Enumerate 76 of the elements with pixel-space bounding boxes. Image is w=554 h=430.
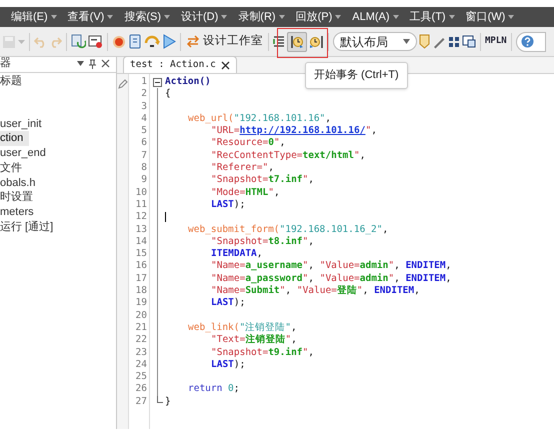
code-line: return 0; <box>188 383 240 394</box>
editor-tab[interactable]: test : Action.c <box>123 56 237 73</box>
tree-item[interactable]: 文件 <box>0 160 28 176</box>
code-line: "Snapshot=t7.inf", <box>211 174 314 186</box>
menu-item[interactable]: 编辑(E) <box>8 8 60 26</box>
line-number: 6 <box>141 137 147 150</box>
menu-item[interactable]: 窗口(W) <box>462 8 518 26</box>
code-line: web_link("注销登陆", <box>188 322 297 333</box>
line-number: 16 <box>136 260 147 273</box>
line-number: 8 <box>141 162 147 174</box>
menu-item[interactable]: 查看(V) <box>64 8 116 26</box>
line-number: 5 <box>141 125 147 138</box>
line-number: 19 <box>136 297 147 310</box>
line-number: 11 <box>136 198 147 212</box>
line-number: 23 <box>136 346 147 359</box>
tree-item[interactable]: ction <box>0 131 30 146</box>
line-number: 13 <box>136 224 147 236</box>
code-line: { <box>165 88 171 100</box>
code-line: LAST); <box>211 358 246 370</box>
code-line: web_submit_form("192.168.101.16_2", <box>188 224 388 235</box>
tree-item[interactable]: obals.h <box>0 176 42 190</box>
tree-item[interactable]: user_end <box>0 146 52 161</box>
tooltip: 开始事务 (Ctrl+T) <box>305 62 408 88</box>
line-number: 4 <box>141 112 147 126</box>
code-line: "Referer=", <box>211 162 274 174</box>
menu-item[interactable]: 工具(T) <box>406 8 458 26</box>
mpln-button[interactable]: MPLN <box>485 34 507 48</box>
line-number: 18 <box>136 285 147 298</box>
code-line: web_url("192.168.101.16", <box>188 112 332 124</box>
code-line: } <box>165 396 171 407</box>
design-studio-button[interactable]: 设计工作室 <box>185 32 264 50</box>
menu-item[interactable]: ALM(A) <box>349 8 402 26</box>
design-studio-label: 设计工作室 <box>203 33 263 49</box>
line-number: 1 <box>141 76 147 88</box>
line-number: 12 <box>136 211 147 224</box>
code-line: Action() <box>165 76 211 87</box>
code-line: "Name=Submit", "Value=登陆", ENDITEM, <box>211 285 420 296</box>
code-line: "Name=a_username", "Value=admin", ENDITEM, <box>211 260 452 272</box>
line-number: 21 <box>136 322 147 334</box>
code-line: "Text=注销登陆", <box>211 334 297 346</box>
code-line: "Snapshot=t8.inf", <box>211 236 314 247</box>
code-line: "Resource=0", <box>211 137 286 148</box>
menu-item[interactable]: 回放(P) <box>292 8 344 26</box>
tree-item[interactable]: 标题 <box>0 74 28 89</box>
panel-title: 器 <box>0 58 11 69</box>
line-number: 25 <box>136 371 147 384</box>
tree-item[interactable]: user_init <box>0 116 48 132</box>
line-number: 14 <box>136 236 147 248</box>
line-number: 2 <box>141 88 147 101</box>
line-number: 10 <box>136 186 147 199</box>
menu-item[interactable]: 搜索(S) <box>121 8 174 26</box>
line-number: 24 <box>136 358 147 372</box>
tree-item[interactable]: 运行 [通过] <box>0 220 60 234</box>
code-line: "RecContentType=text/html", <box>211 150 366 161</box>
code-line: "URL=http://192.168.101.16/", <box>211 125 377 136</box>
layout-value: 默认布局 <box>340 34 388 50</box>
line-number: 17 <box>136 272 147 286</box>
line-number: 3 <box>141 100 147 113</box>
code-line: LAST); <box>211 198 246 210</box>
line-number: 20 <box>136 310 147 322</box>
layout-dropdown[interactable]: 默认布局 <box>333 32 417 51</box>
code-line: ITEMDATA, <box>211 248 262 260</box>
code-line: "Snapshot=t9.inf", <box>211 346 314 358</box>
line-number: 7 <box>141 150 147 162</box>
tree-item[interactable]: 时设置 <box>0 190 39 205</box>
line-number: 9 <box>141 174 147 187</box>
code-line: "Mode=HTML", <box>211 186 280 198</box>
tree-item[interactable]: meters <box>0 204 40 220</box>
line-number: 26 <box>136 383 147 396</box>
code-line: "Name=a_password", "Value=admin", ENDITEM, <box>211 272 452 284</box>
line-number: 15 <box>136 248 147 260</box>
line-number: 27 <box>136 396 147 408</box>
menu-item[interactable]: 设计(D) <box>178 8 230 26</box>
menu-item[interactable]: 录制(R) <box>235 8 288 26</box>
line-number: 22 <box>136 334 147 347</box>
code-line: LAST); <box>211 297 246 308</box>
